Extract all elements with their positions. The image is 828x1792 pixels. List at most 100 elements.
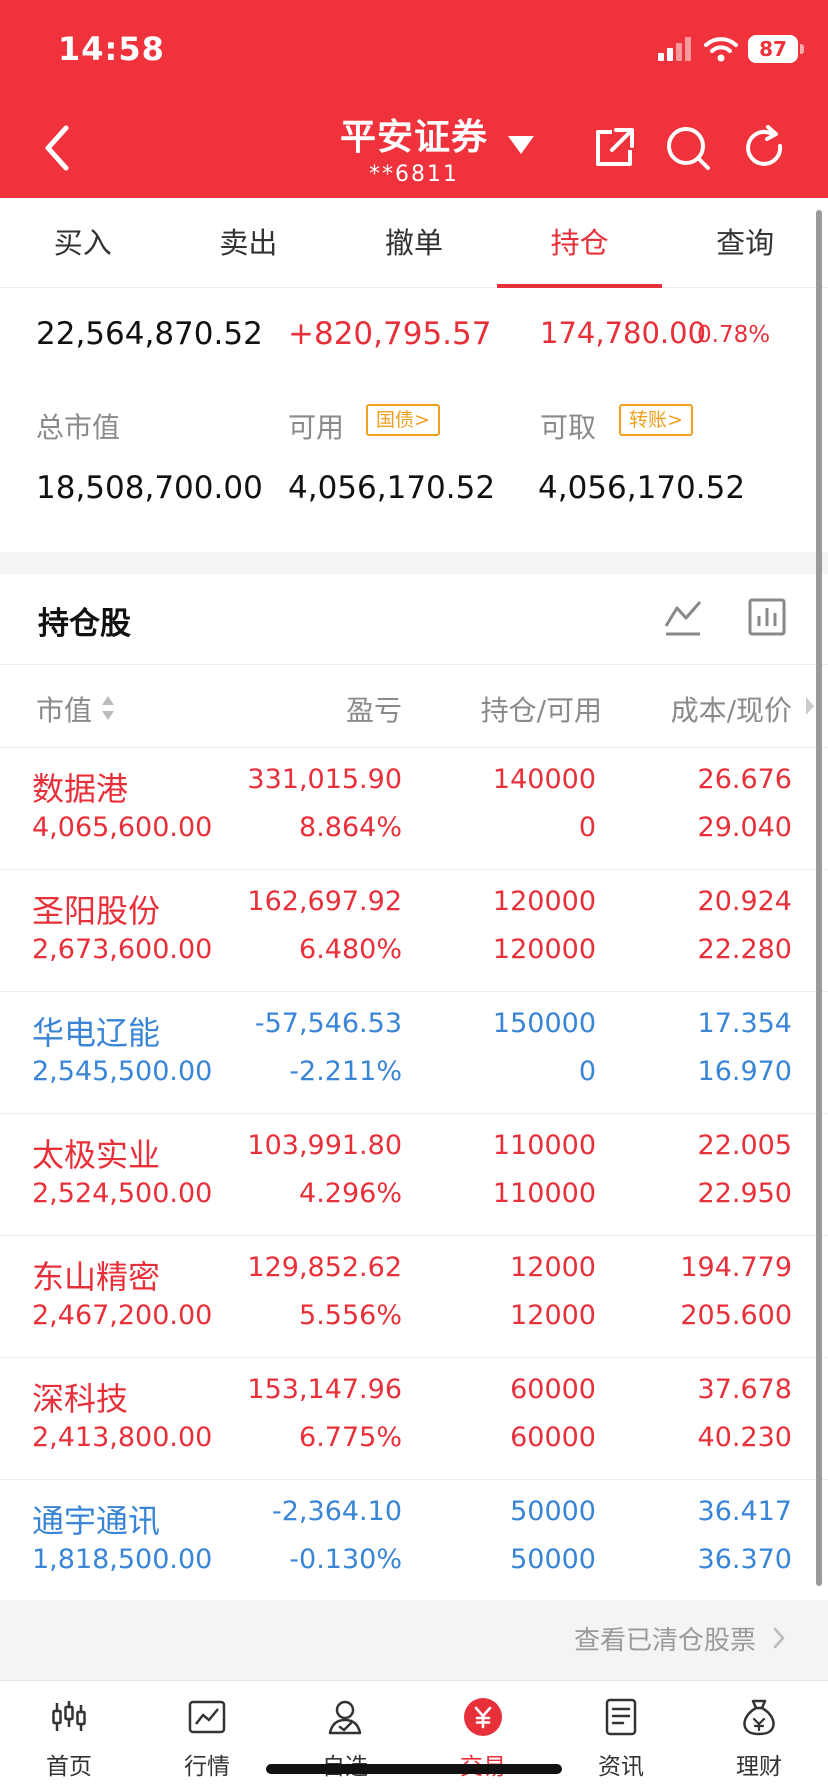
nav-wealth[interactable]: 理财 <box>690 1681 828 1792</box>
app-header: 14:58 87 平安证券 **6811 <box>0 0 828 198</box>
stock-market-value: 4,065,600.00 <box>32 812 213 843</box>
market-value-label: 总市值 <box>36 411 121 444</box>
nav-trade[interactable]: 交易 <box>414 1681 552 1792</box>
stock-available: 110000 <box>492 1178 596 1209</box>
back-arrow-icon[interactable] <box>36 120 80 176</box>
stock-profit-loss: 331,015.90 <box>247 764 402 795</box>
transfer-badge-button[interactable]: 转账> <box>619 404 693 436</box>
market-value: 18,508,700.00 <box>36 470 263 506</box>
stock-price: 40.230 <box>697 1422 792 1453</box>
status-icons: 87 <box>658 34 804 64</box>
stock-cost: 26.676 <box>697 764 792 795</box>
stock-available: 120000 <box>492 934 596 965</box>
total-profit-loss-value: +820,795.57 <box>288 316 492 352</box>
nav-label: 行情 <box>184 1754 230 1780</box>
account-number: **6811 <box>369 162 459 187</box>
stock-profit-loss-pct: 6.775% <box>299 1422 402 1453</box>
stock-name: 深科技 <box>32 1380 129 1418</box>
nav-news[interactable]: 资讯 <box>552 1681 690 1792</box>
tab-holdings[interactable]: 持仓 <box>496 198 663 288</box>
today-profit-loss-pct: 0.78% <box>697 322 771 348</box>
trade-tabs: 买入 卖出 撤单 持仓 查询 <box>0 198 828 288</box>
share-icon[interactable] <box>590 124 638 172</box>
stock-market-value: 1,818,500.00 <box>32 1544 213 1575</box>
stock-profit-loss: 153,147.96 <box>247 1374 402 1405</box>
stock-price: 16.970 <box>697 1056 792 1087</box>
col-profit-loss: 盈亏 <box>345 694 402 727</box>
stock-market-value: 2,545,500.00 <box>32 1056 213 1087</box>
stock-position: 150000 <box>492 1008 596 1039</box>
today-profit-loss-value: 174,780.00 <box>540 316 707 350</box>
status-time: 14:58 <box>58 30 165 68</box>
sort-arrows-icon[interactable] <box>100 693 116 723</box>
stock-available: 0 <box>578 812 596 843</box>
stock-cost: 37.678 <box>697 1374 792 1405</box>
watchlist-person-icon <box>328 1700 362 1735</box>
yen-trade-icon <box>464 1698 502 1736</box>
money-bag-icon <box>743 1699 775 1736</box>
dropdown-triangle-icon[interactable] <box>506 134 536 156</box>
holding-row[interactable]: 华电辽能 2,545,500.00 -57,546.53 -2.211% 150… <box>0 992 828 1114</box>
scrollbar[interactable] <box>816 210 822 1586</box>
tab-sell[interactable]: 卖出 <box>166 198 332 288</box>
nav-home[interactable]: 首页 <box>0 1681 138 1792</box>
col-market-value[interactable]: 市值 <box>36 689 92 729</box>
stock-price: 36.370 <box>697 1544 792 1575</box>
holding-row[interactable]: 通宇通讯 1,818,500.00 -2,364.10 -0.130% 5000… <box>0 1480 828 1602</box>
stock-position: 110000 <box>492 1130 596 1161</box>
search-icon[interactable] <box>664 124 712 172</box>
stock-profit-loss: 129,852.62 <box>247 1252 402 1283</box>
stock-profit-loss: 162,697.92 <box>247 886 402 917</box>
stock-cost: 194.779 <box>680 1252 792 1283</box>
holding-row[interactable]: 深科技 2,413,800.00 153,147.96 6.775% 60000… <box>0 1358 828 1480</box>
market-chart-icon <box>188 1700 226 1734</box>
nav-label: 理财 <box>736 1754 782 1780</box>
stock-profit-loss-pct: 8.864% <box>299 812 402 843</box>
col-cost-price: 成本/现价 <box>670 694 792 727</box>
bar-chart-icon[interactable] <box>746 596 788 638</box>
stock-profit-loss: 103,991.80 <box>247 1130 402 1161</box>
stock-name: 通宇通讯 <box>32 1502 161 1540</box>
stock-profit-loss-pct: -2.211% <box>289 1056 402 1087</box>
news-document-icon <box>605 1698 637 1736</box>
more-columns-arrow-icon[interactable] <box>804 695 816 717</box>
stock-profit-loss: -2,364.10 <box>272 1496 402 1527</box>
cleared-stocks-label: 查看已清仓股票 <box>573 1626 756 1656</box>
stock-name: 华电辽能 <box>32 1014 161 1052</box>
stock-price: 29.040 <box>697 812 792 843</box>
stock-cost: 22.005 <box>697 1130 792 1161</box>
stock-profit-loss-pct: 4.296% <box>299 1178 402 1209</box>
stock-price: 22.950 <box>697 1178 792 1209</box>
wifi-icon <box>704 37 738 62</box>
stock-price: 205.600 <box>680 1300 792 1331</box>
cleared-stocks-link[interactable]: 查看已清仓股票 <box>0 1600 828 1678</box>
cellular-signal-icon <box>658 37 691 61</box>
holdings-section: 持仓股 市值 盈亏 持仓/可用 成本/现价 数据港 4,065,600.00 3… <box>0 574 828 1600</box>
nav-label: 资讯 <box>598 1754 644 1780</box>
holding-row[interactable]: 数据港 4,065,600.00 331,015.90 8.864% 14000… <box>0 748 828 870</box>
holdings-column-header: 市值 盈亏 持仓/可用 成本/现价 <box>0 664 828 748</box>
tab-cancel-order[interactable]: 撤单 <box>331 198 497 288</box>
stock-cost: 20.924 <box>697 886 792 917</box>
stock-name: 东山精密 <box>32 1258 161 1296</box>
line-chart-icon[interactable] <box>662 596 704 638</box>
refresh-icon[interactable] <box>740 124 788 172</box>
holding-row[interactable]: 太极实业 2,524,500.00 103,991.80 4.296% 1100… <box>0 1114 828 1236</box>
nav-watchlist[interactable]: 自选 <box>276 1681 414 1792</box>
stock-profit-loss-pct: -0.130% <box>289 1544 402 1575</box>
stock-position: 60000 <box>510 1374 596 1405</box>
chevron-right-icon <box>773 1627 785 1649</box>
tab-buy[interactable]: 买入 <box>0 198 166 288</box>
col-position: 持仓/可用 <box>480 694 602 727</box>
nav-market[interactable]: 行情 <box>138 1681 276 1792</box>
holding-row[interactable]: 东山精密 2,467,200.00 129,852.62 5.556% 1200… <box>0 1236 828 1358</box>
bond-badge-button[interactable]: 国债> <box>366 404 440 436</box>
stock-market-value: 2,467,200.00 <box>32 1300 213 1331</box>
tab-query[interactable]: 查询 <box>662 198 828 288</box>
holdings-list: 数据港 4,065,600.00 331,015.90 8.864% 14000… <box>0 748 828 1602</box>
account-switcher[interactable]: 平安证券 **6811 <box>300 108 528 187</box>
holding-row[interactable]: 圣阳股份 2,673,600.00 162,697.92 6.480% 1200… <box>0 870 828 992</box>
stock-profit-loss-pct: 5.556% <box>299 1300 402 1331</box>
stock-market-value: 2,413,800.00 <box>32 1422 213 1453</box>
home-indicator <box>266 1764 562 1774</box>
